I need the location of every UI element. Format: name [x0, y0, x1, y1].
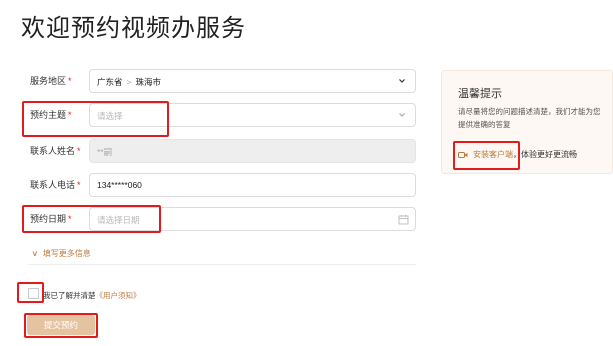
region-label: 服务地区 *: [30, 76, 72, 86]
name-label: 联系人姓名 *: [30, 146, 81, 156]
more-info-toggle[interactable]: ∨ 填写更多信息: [31, 248, 91, 259]
date-picker[interactable]: 请选择日期: [89, 207, 416, 231]
more-info-label: 填写更多信息: [42, 249, 91, 258]
form-row-topic: 预约主题 * 请选择: [28, 103, 416, 127]
submit-button[interactable]: 提交预约: [27, 315, 95, 335]
user-notice-link[interactable]: 《用户须知》: [96, 291, 141, 300]
form-row-date: 预约日期 * 请选择日期: [28, 207, 416, 231]
phone-value: 134*****060: [97, 180, 142, 190]
calendar-icon: [398, 215, 409, 225]
form-row-region: 服务地区 * 广东省 > 珠海市: [28, 69, 416, 93]
name-value: **嗣: [97, 147, 113, 157]
date-placeholder: 请选择日期: [97, 215, 140, 225]
region-select[interactable]: 广东省 > 珠海市: [89, 69, 416, 93]
install-client-suffix: ，体验更好更流畅: [513, 150, 577, 159]
agreement-text: 我已了解并清楚: [43, 291, 96, 300]
divider: [28, 264, 416, 265]
agreement-checkbox[interactable]: [28, 288, 39, 299]
form-row-phone: 联系人电话 * 134*****060: [28, 173, 416, 197]
page-title: 欢迎预约视频办服务: [21, 15, 246, 42]
topic-label: 预约主题 *: [30, 110, 72, 120]
chevron-down-icon: ∨: [31, 249, 39, 258]
topic-placeholder: 请选择: [97, 111, 123, 121]
date-label: 预约日期 *: [30, 214, 72, 224]
form-row-name: 联系人姓名 * **嗣: [28, 139, 416, 163]
tips-body: 请尽量将您的问题描述清楚，我们才能为您提供准确的答复: [458, 107, 601, 129]
chevron-down-icon: [399, 79, 405, 83]
topic-select[interactable]: 请选择: [89, 103, 416, 127]
tips-title: 温馨提示: [458, 88, 502, 100]
install-client: 安装客户端，体验更好更流畅: [458, 149, 577, 160]
region-value: 广东省 > 珠海市: [97, 77, 161, 87]
phone-field[interactable]: 134*****060: [89, 173, 416, 197]
chevron-down-icon: [399, 113, 405, 117]
tips-card: 温馨提示 请尽量将您的问题描述清楚，我们才能为您提供准确的答复 安装客户端，体验…: [441, 70, 613, 174]
video-camera-icon: [458, 151, 468, 158]
name-field[interactable]: **嗣: [89, 139, 416, 163]
install-client-link[interactable]: 安装客户端: [473, 150, 513, 159]
phone-label: 联系人电话 *: [30, 180, 81, 190]
